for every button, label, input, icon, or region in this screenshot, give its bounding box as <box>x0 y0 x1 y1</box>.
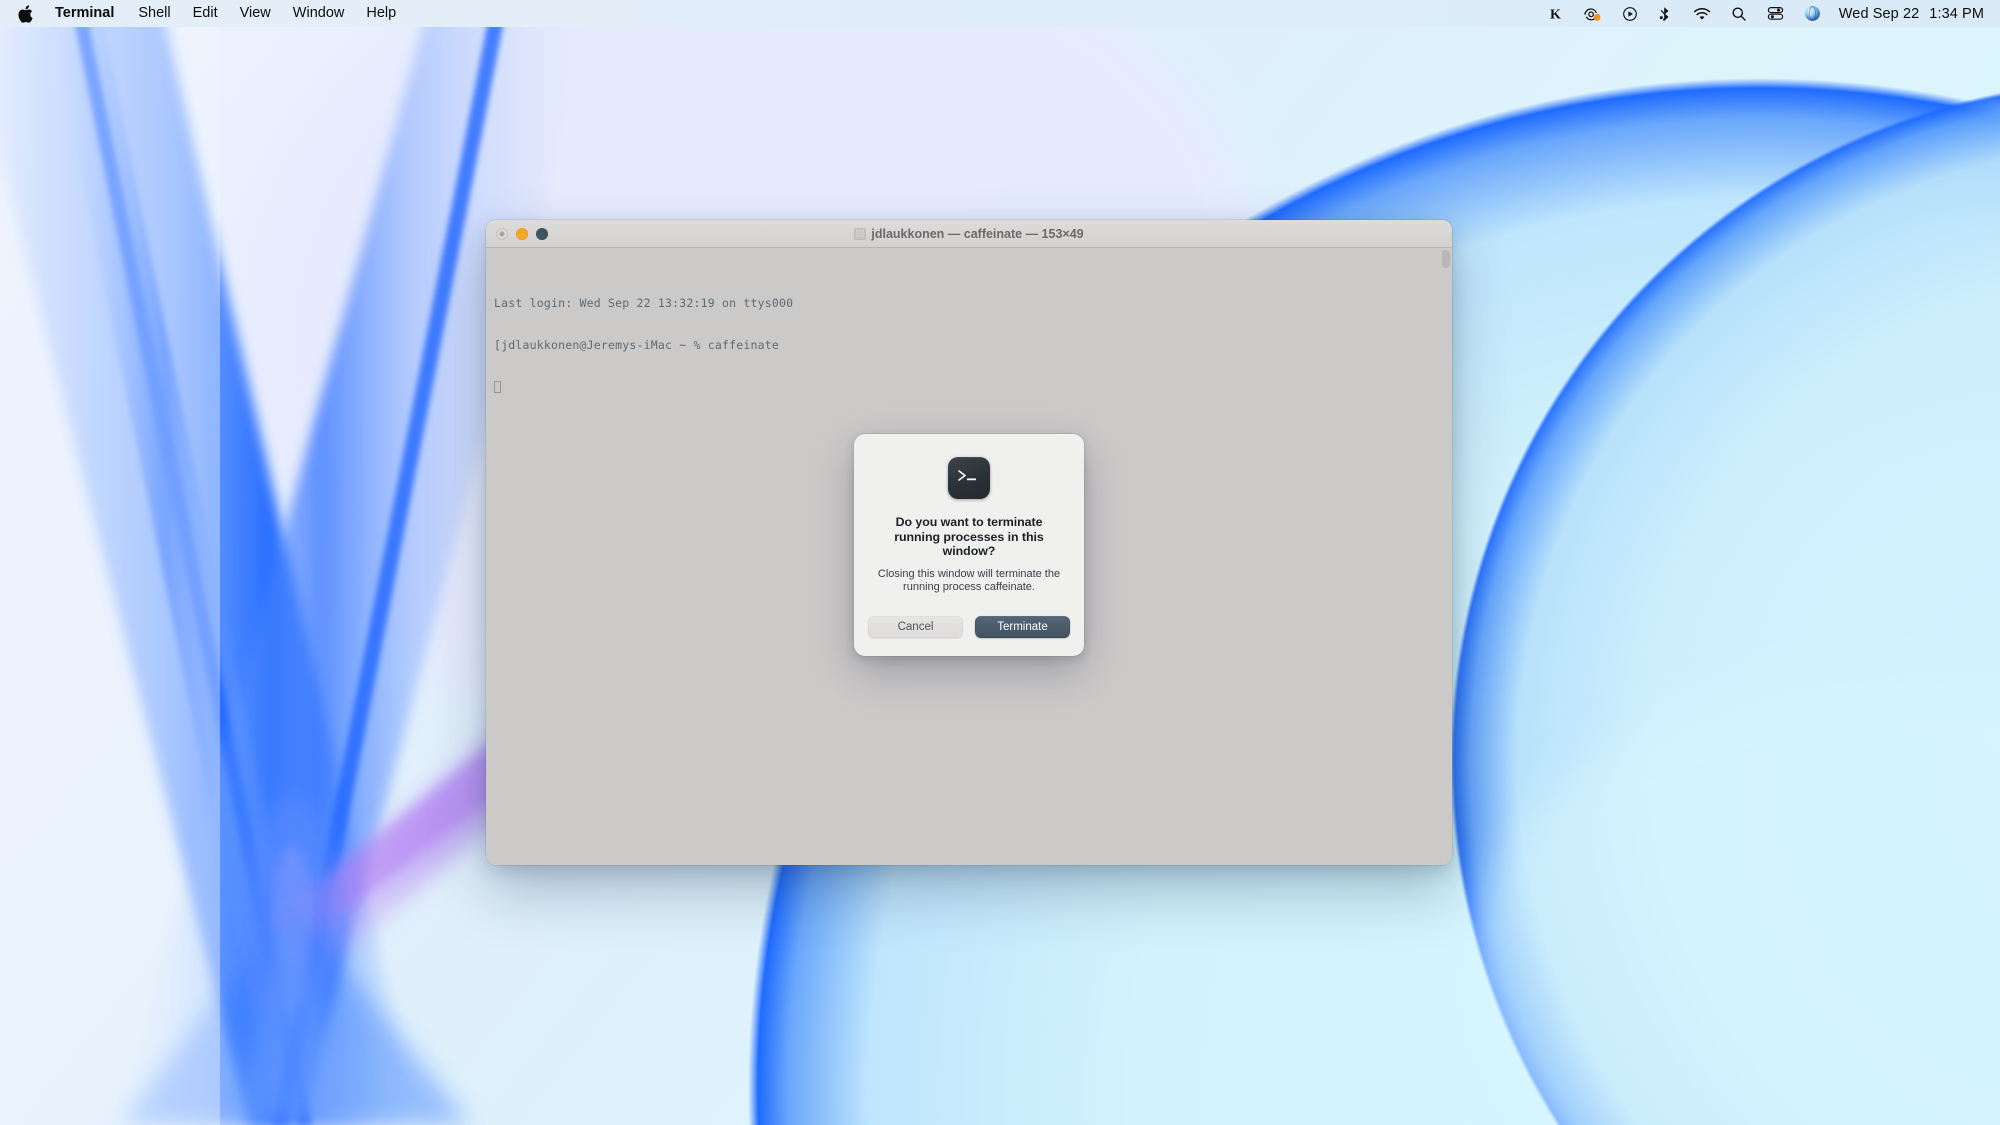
terminal-line: Last login: Wed Sep 22 13:32:19 on ttys0… <box>494 296 1444 310</box>
bluetooth-audio-icon[interactable] <box>1648 0 1683 27</box>
terminate-processes-dialog[interactable]: Do you want to terminate running process… <box>854 434 1084 656</box>
terminal-cursor <box>494 381 501 393</box>
clock-date: Wed Sep 22 <box>1839 6 1920 22</box>
macos-menu-bar[interactable]: Terminal Shell Edit View Window Help K <box>0 0 2000 27</box>
minimize-button[interactable] <box>516 228 528 240</box>
menu-edit[interactable]: Edit <box>182 0 229 27</box>
menu-window[interactable]: Window <box>282 0 356 27</box>
menu-help[interactable]: Help <box>355 0 407 27</box>
apple-logo-icon[interactable] <box>10 0 45 27</box>
cancel-button[interactable]: Cancel <box>868 616 963 638</box>
dialog-message: Closing this window will terminate the r… <box>874 568 1064 595</box>
terminal-line: [jdlaukkonen@Jeremys-iMac ~ % caffeinate <box>494 338 1444 352</box>
window-title-text: jdlaukkonen — caffeinate — 153×49 <box>871 227 1083 241</box>
menu-shell[interactable]: Shell <box>127 0 181 27</box>
siri-icon[interactable] <box>1794 0 1831 27</box>
desktop: jdlaukkonen — caffeinate — 153×49 Last l… <box>0 0 2000 1125</box>
svg-text:K: K <box>1550 7 1561 21</box>
terminal-titlebar[interactable]: jdlaukkonen — caffeinate — 153×49 <box>486 220 1452 248</box>
clock-time: 1:34 PM <box>1929 6 1984 22</box>
close-button[interactable] <box>496 228 508 240</box>
menu-bar-app-menus[interactable]: Terminal Shell Edit View Window Help <box>0 0 407 27</box>
terminal-cursor-line <box>494 380 1444 394</box>
wifi-icon[interactable] <box>1683 0 1721 27</box>
dropbox-sync-icon[interactable] <box>1573 0 1612 27</box>
terminal-proxy-icon <box>854 228 866 240</box>
window-title-bar-label: jdlaukkonen — caffeinate — 153×49 <box>486 227 1452 241</box>
terminate-button[interactable]: Terminate <box>975 616 1070 638</box>
zoom-button[interactable] <box>536 228 548 240</box>
quicktime-record-icon[interactable] <box>1612 0 1648 27</box>
terminal-scrollbar[interactable] <box>1442 250 1450 268</box>
spotlight-search-icon[interactable] <box>1721 0 1757 27</box>
menu-bar-clock[interactable]: Wed Sep 22 1:34 PM <box>1831 0 1986 27</box>
menu-bar-status-items[interactable]: K <box>1538 0 2000 27</box>
dialog-title: Do you want to terminate running process… <box>874 515 1064 559</box>
window-traffic-lights[interactable] <box>486 228 548 240</box>
menu-view[interactable]: View <box>229 0 282 27</box>
menu-terminal[interactable]: Terminal <box>45 0 127 27</box>
terminal-app-icon <box>948 457 990 499</box>
control-center-icon[interactable] <box>1757 0 1794 27</box>
dialog-button-row: Cancel Terminate <box>874 616 1064 638</box>
kensington-k-icon[interactable]: K <box>1538 0 1573 27</box>
